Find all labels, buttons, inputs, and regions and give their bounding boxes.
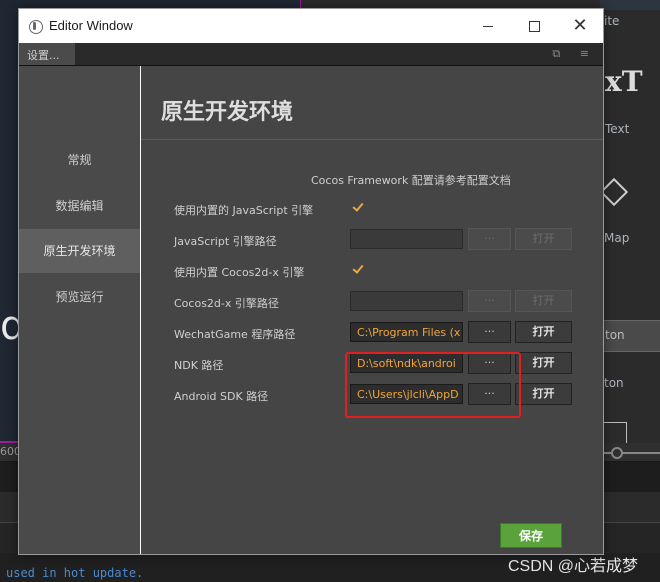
cocos2dx-open-button[interactable]: 打开	[515, 290, 572, 312]
inspector-logo: xT	[605, 65, 643, 98]
tab-label: 设置...	[27, 49, 60, 62]
wechatgame-path-input[interactable]: C:\Program Files (x	[350, 322, 463, 342]
cocos2dx-browse-button[interactable]: ···	[468, 290, 511, 312]
sidebar-item-data-editing[interactable]: 数据编辑	[19, 184, 140, 228]
row-label: 使用内置的 JavaScript 引擎	[174, 204, 314, 217]
minimize-icon	[483, 26, 493, 27]
close-icon: ✕	[572, 15, 588, 36]
console-line: used in hot update.	[6, 566, 144, 580]
inspector-text: Text	[605, 122, 630, 136]
inspector-button[interactable]: ton	[600, 320, 660, 352]
wechatgame-open-button[interactable]: 打开	[515, 321, 572, 343]
inspector-text: ton	[604, 376, 624, 390]
inspector-top	[600, 0, 660, 10]
settings-content: 原生开发环境 Cocos Framework 配置请参考配置文档 使用内置的 J…	[141, 66, 603, 554]
wechatgame-browse-button[interactable]: ···	[468, 321, 511, 343]
inspector-text: Map	[604, 231, 630, 245]
js-engine-open-button[interactable]: 打开	[515, 228, 572, 250]
editor-window: Editor Window ✕ 设置... ⧉ ≡ 常规 数据编辑 原生开发环境…	[18, 8, 604, 555]
maximize-icon	[528, 21, 540, 32]
builtin-cocos2dx-checkbox[interactable]	[351, 263, 365, 277]
js-engine-browse-button[interactable]: ···	[468, 228, 511, 250]
timeline-slider-knob[interactable]	[611, 447, 623, 459]
maximize-button[interactable]	[511, 9, 557, 43]
window-title: Editor Window	[49, 18, 133, 33]
sidebar-item-general[interactable]: 常规	[19, 138, 140, 182]
row-label: NDK 路径	[174, 359, 224, 372]
row-label: JavaScript 引擎路径	[174, 235, 277, 248]
tab-bar: 设置... ⧉ ≡	[19, 43, 603, 66]
row-label: WechatGame 程序路径	[174, 328, 296, 341]
sidebar-item-native-env[interactable]: 原生开发环境	[19, 229, 140, 273]
row-label: Cocos2d-x 引擎路径	[174, 297, 279, 310]
settings-sidebar: 常规 数据编辑 原生开发环境 预览运行	[19, 66, 140, 554]
js-engine-path-input[interactable]	[350, 229, 463, 249]
sidebar-item-preview-run[interactable]: 预览运行	[19, 275, 140, 319]
panel-menu-icon[interactable]: ⧉ ≡	[552, 47, 597, 61]
inspector-text: ite	[604, 14, 620, 28]
inspector-button-label: ton	[605, 328, 625, 342]
tab-settings[interactable]: 设置...	[19, 43, 75, 65]
divider	[141, 139, 603, 140]
row-label: 使用内置 Cocos2d-x 引擎	[174, 266, 305, 279]
cocos2dx-path-input[interactable]	[350, 291, 463, 311]
page-title: 原生开发环境	[161, 100, 294, 125]
builtin-js-engine-checkbox[interactable]	[351, 201, 365, 215]
annotation-highlight-box	[345, 352, 521, 418]
app-icon	[29, 20, 43, 34]
minimize-button[interactable]	[465, 9, 511, 43]
title-bar[interactable]: Editor Window ✕	[19, 9, 603, 43]
close-button[interactable]: ✕	[557, 9, 603, 43]
ndk-open-button[interactable]: 打开	[515, 352, 572, 374]
watermark: CSDN @心若成梦	[508, 558, 639, 575]
save-button[interactable]: 保存	[500, 523, 562, 548]
android-sdk-open-button[interactable]: 打开	[515, 383, 572, 405]
doc-link[interactable]: Cocos Framework 配置请参考配置文档	[311, 172, 511, 188]
row-label: Android SDK 路径	[174, 390, 269, 403]
timeline-slider-track[interactable]	[600, 452, 660, 454]
